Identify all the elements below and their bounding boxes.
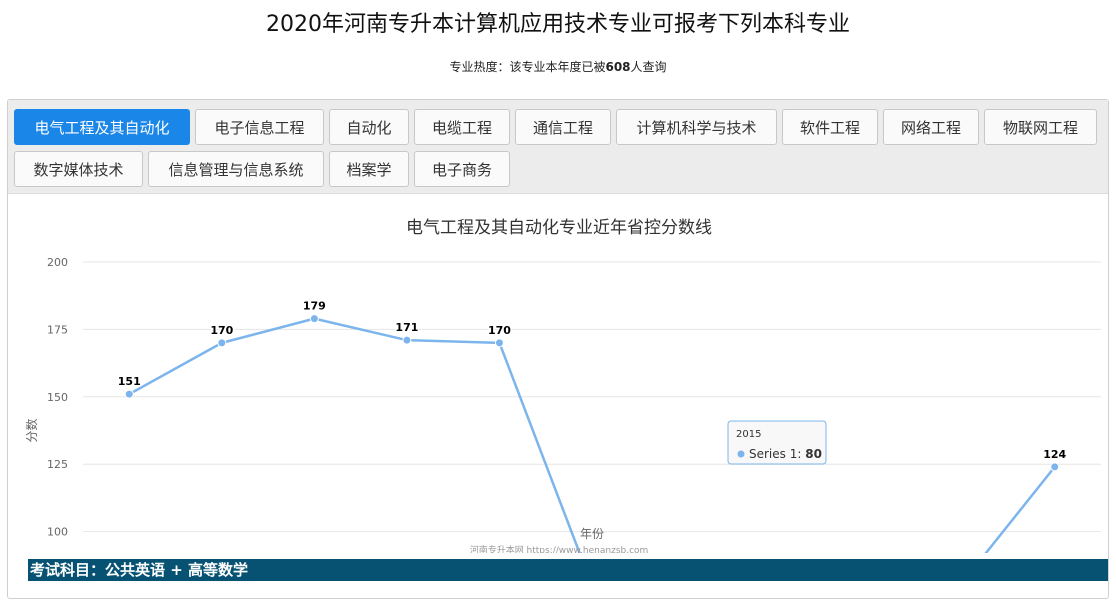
data-point xyxy=(124,389,134,399)
data-label: 124 xyxy=(1043,448,1066,461)
data-label: 179 xyxy=(303,300,326,313)
tab-major-0[interactable]: 电气工程及其自动化 xyxy=(14,109,190,145)
x-axis-label: 年份 xyxy=(580,527,604,541)
tooltip-value: 80 xyxy=(805,447,822,461)
tooltip-separator: : xyxy=(797,447,805,461)
tab-major-1[interactable]: 电子信息工程 xyxy=(195,109,324,145)
series-1 xyxy=(124,314,1060,594)
y-axis-ticks: 75100125150175200 xyxy=(47,256,68,606)
score-line-chart: 电气工程及其自动化专业近年省控分数线 75100125150175200 200… xyxy=(24,218,1102,607)
major-panel: 电气工程及其自动化 电子信息工程 自动化 电缆工程 通信工程 计算机科学与技术 … xyxy=(7,99,1109,607)
y-axis-label: 分数 xyxy=(24,418,39,442)
tab-major-7[interactable]: 网络工程 xyxy=(883,109,979,145)
tab-major-10[interactable]: 信息管理与信息系统 xyxy=(148,151,324,187)
heat-count: 608 xyxy=(605,60,631,74)
y-tick-label: 125 xyxy=(47,458,68,471)
page-title: 2020年河南专升本计算机应用技术专业可报考下列本科专业 xyxy=(266,12,850,37)
data-label: 151 xyxy=(118,375,141,388)
heat-suffix: 人查询 xyxy=(630,60,667,74)
data-label: 170 xyxy=(210,324,233,337)
tab-major-5[interactable]: 计算机科学与技术 xyxy=(616,109,777,145)
major-tab-bar: 电气工程及其自动化 电子信息工程 自动化 电缆工程 通信工程 计算机科学与技术 … xyxy=(8,100,1108,194)
y-tick-label: 100 xyxy=(47,526,68,539)
heat-info: 专业热度：该专业本年度已被608人查询 xyxy=(0,58,1116,75)
tab-major-8[interactable]: 物联网工程 xyxy=(984,109,1097,145)
chart-title: 电气工程及其自动化专业近年省控分数线 xyxy=(406,218,712,238)
heat-prefix: 专业热度：该专业本年度已被 xyxy=(449,60,606,74)
chart-credits[interactable]: 河南专升本网 https://www.henanzsb.com xyxy=(470,544,649,556)
tab-major-2[interactable]: 自动化 xyxy=(329,109,409,145)
tab-major-12[interactable]: 电子商务 xyxy=(414,151,510,187)
tab-major-9[interactable]: 数字媒体技术 xyxy=(14,151,143,187)
data-label: 171 xyxy=(395,321,418,334)
data-point xyxy=(494,338,504,348)
data-label: 170 xyxy=(488,324,511,337)
tab-major-6[interactable]: 软件工程 xyxy=(782,109,878,145)
data-point xyxy=(1050,462,1060,472)
data-point xyxy=(402,335,412,345)
series-line xyxy=(128,317,1056,587)
tooltip-series-marker xyxy=(737,450,745,458)
y-tick-label: 150 xyxy=(47,391,68,404)
tooltip-series-line: Series 1: 80 xyxy=(749,447,822,461)
tooltip-series-name: Series 1 xyxy=(749,447,797,461)
gridlines xyxy=(83,261,1101,533)
tab-major-4[interactable]: 通信工程 xyxy=(515,109,611,145)
tab-major-3[interactable]: 电缆工程 xyxy=(414,109,510,145)
score-chart: 电气工程及其自动化专业近年省控分数线 75100125150175200 200… xyxy=(8,193,1108,607)
data-point xyxy=(217,338,227,348)
tooltip-category: 2015 xyxy=(736,429,761,440)
y-tick-label: 200 xyxy=(47,256,68,269)
y-tick-label: 175 xyxy=(47,323,68,336)
data-labels: 1511701791711708080808081124 xyxy=(116,298,1068,581)
chart-tooltip: 2015 Series 1: 80 xyxy=(727,420,827,465)
tab-major-11[interactable]: 档案学 xyxy=(329,151,409,187)
exam-subjects-bar: 考试科目：公共英语 + 高等数学 xyxy=(28,559,1108,581)
data-point xyxy=(309,314,319,324)
